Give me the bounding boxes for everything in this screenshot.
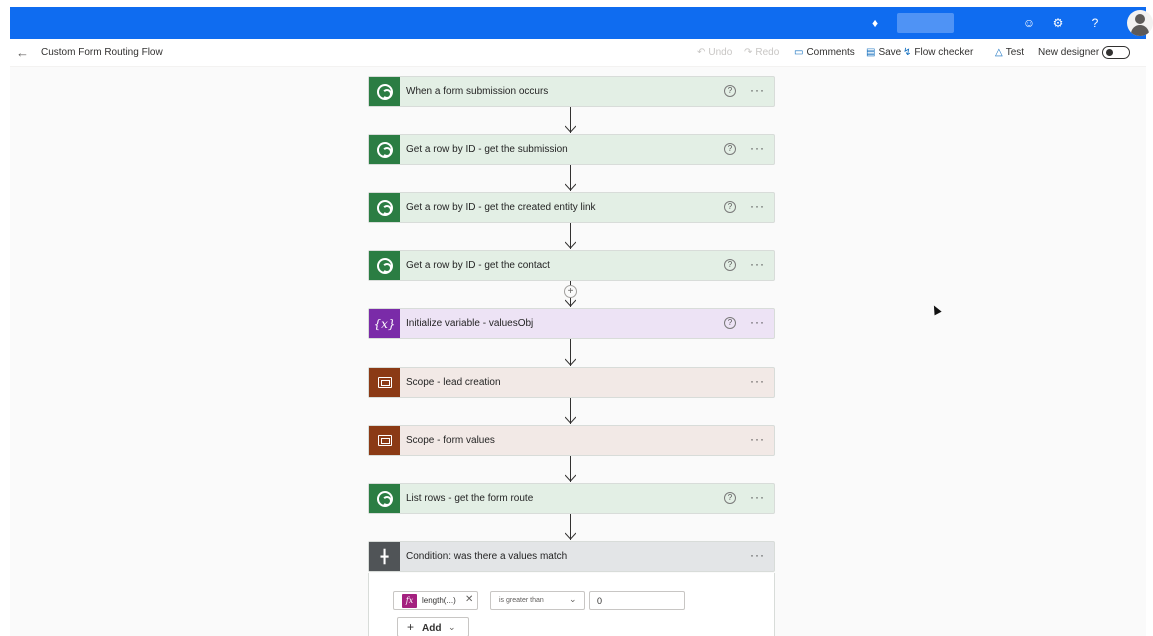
step-title: Get a row by ID - get the created entity… [406, 202, 596, 213]
operator-select[interactable]: is greater than ⌄ [490, 591, 585, 610]
step-title: Scope - form values [406, 435, 495, 446]
undo-icon: ↶ [697, 47, 706, 58]
dataverse-icon [369, 484, 400, 513]
arrow-down-icon [565, 474, 576, 482]
step-card[interactable]: Scope - form values ··· [368, 425, 775, 456]
step-title: Condition: was there a values match [406, 551, 568, 562]
help-icon[interactable]: ? [724, 201, 736, 213]
test-button[interactable]: △ Test [995, 47, 1024, 58]
operator-label: is greater than [499, 597, 544, 604]
step-card[interactable]: Get a row by ID - get the contact ? ··· [368, 250, 775, 281]
more-options-icon[interactable]: ··· [750, 141, 765, 155]
step-title: Get a row by ID - get the contact [406, 260, 550, 271]
comment-icon: ▭ [794, 47, 804, 58]
new-designer-toggle[interactable] [1102, 46, 1130, 59]
arrow-down-icon [565, 299, 576, 307]
avatar[interactable] [1127, 10, 1153, 36]
step-card[interactable]: Get a row by ID - get the created entity… [368, 192, 775, 223]
gear-icon[interactable]: ⚙ [1050, 15, 1066, 31]
more-options-icon[interactable]: ··· [750, 548, 765, 562]
bell-icon[interactable]: ♦ [867, 15, 883, 31]
add-label: Add [422, 623, 442, 634]
dataverse-icon [369, 135, 400, 164]
new-designer-label: New designer [1038, 47, 1100, 58]
flask-icon: △ [995, 47, 1003, 58]
step-card[interactable]: Scope - lead creation ··· [368, 367, 775, 398]
step-card[interactable]: ╋ Condition: was there a values match ··… [368, 541, 775, 572]
arrow-down-icon [565, 358, 576, 366]
condition-icon: ╋ [369, 542, 400, 571]
help-icon[interactable]: ? [1087, 15, 1103, 31]
arrow-down-icon [565, 183, 576, 191]
step-card[interactable]: List rows - get the form route ? ··· [368, 483, 775, 514]
step-title: Initialize variable - valuesObj [406, 318, 534, 329]
chevron-down-icon: ⌄ [569, 594, 577, 604]
save-button[interactable]: ▤ Save [866, 47, 901, 58]
redo-icon: ↷ [744, 47, 753, 58]
step-title: When a form submission occurs [406, 86, 549, 97]
save-icon: ▤ [866, 47, 876, 58]
flow-title: Custom Form Routing Flow [41, 47, 163, 58]
comments-button[interactable]: ▭ Comments [794, 47, 855, 58]
step-card[interactable]: Get a row by ID - get the submission ? ·… [368, 134, 775, 165]
help-icon[interactable]: ? [724, 492, 736, 504]
more-options-icon[interactable]: ··· [750, 199, 765, 213]
more-options-icon[interactable]: ··· [750, 315, 765, 329]
help-icon[interactable]: ? [724, 317, 736, 329]
more-options-icon[interactable]: ··· [750, 257, 765, 271]
environment-picker[interactable] [897, 13, 954, 33]
flow-checker-button[interactable]: ↯ Flow checker [903, 47, 973, 58]
arrow-down-icon [565, 125, 576, 133]
help-icon[interactable]: ? [724, 259, 736, 271]
expression-token[interactable]: fx length(...) ✕ [393, 591, 478, 610]
step-title: Get a row by ID - get the submission [406, 144, 568, 155]
help-icon[interactable]: ? [724, 143, 736, 155]
add-button[interactable]: + Add ⌄ [397, 617, 469, 636]
fx-icon: fx [402, 594, 417, 608]
plus-icon: + [407, 620, 415, 634]
top-bar: ♦ ☺ ⚙ ? [10, 7, 1153, 39]
undo-button[interactable]: ↶ Undo [697, 47, 732, 58]
step-card[interactable]: When a form submission occurs ? ··· [368, 76, 775, 107]
step-title: List rows - get the form route [406, 493, 534, 504]
variable-icon: {x} [369, 309, 400, 338]
arrow-down-icon [565, 532, 576, 540]
more-options-icon[interactable]: ··· [750, 83, 765, 97]
condition-value-input[interactable] [589, 591, 685, 610]
step-card[interactable]: {x} Initialize variable - valuesObj ? ··… [368, 308, 775, 339]
stethoscope-icon: ↯ [903, 47, 912, 58]
scope-icon [369, 368, 400, 397]
dataverse-icon [369, 193, 400, 222]
scope-icon [369, 426, 400, 455]
help-icon[interactable]: ? [724, 85, 736, 97]
command-bar: ← Custom Form Routing Flow ↶ Undo ↷ Redo ▭… [10, 39, 1146, 67]
more-options-icon[interactable]: ··· [750, 432, 765, 446]
dataverse-icon [369, 251, 400, 280]
redo-button[interactable]: ↷ Redo [744, 47, 779, 58]
arrow-down-icon [565, 241, 576, 249]
app-frame: ♦ ☺ ⚙ ? ← Custom Form Routing Flow ↶ Undo… [0, 0, 1153, 636]
back-arrow-icon[interactable]: ← [16, 46, 29, 59]
expression-label: length(...) [422, 596, 456, 605]
arrow-down-icon [565, 416, 576, 424]
remove-icon[interactable]: ✕ [465, 594, 473, 605]
more-options-icon[interactable]: ··· [750, 374, 765, 388]
smiley-icon[interactable]: ☺ [1021, 15, 1037, 31]
step-title: Scope - lead creation [406, 377, 501, 388]
more-options-icon[interactable]: ··· [750, 490, 765, 504]
chevron-down-icon: ⌄ [448, 622, 456, 632]
dataverse-icon [369, 77, 400, 106]
